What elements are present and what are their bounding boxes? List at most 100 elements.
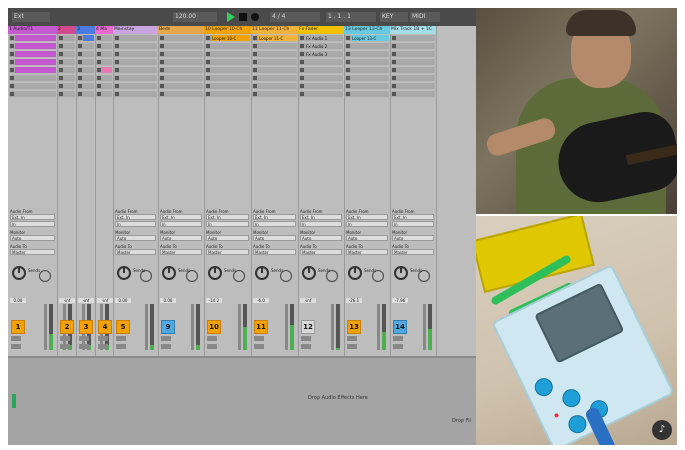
time-signature[interactable]: 4 / 4 xyxy=(270,12,320,22)
clip-stop-icon[interactable] xyxy=(115,92,119,96)
clip-slot[interactable]: Fx Audio 1 xyxy=(299,35,343,42)
clip-stop-icon[interactable] xyxy=(253,44,257,48)
io-dropdown[interactable]: Master xyxy=(160,249,202,255)
clip-stop-icon[interactable] xyxy=(115,36,119,40)
clip-stop-icon[interactable] xyxy=(300,52,304,56)
clip-slot[interactable] xyxy=(58,35,75,42)
clip-stop-icon[interactable] xyxy=(300,76,304,80)
clip-slot[interactable] xyxy=(77,35,94,42)
track-activator-button[interactable]: 11 xyxy=(254,320,268,334)
clip-slot[interactable] xyxy=(345,43,389,50)
clip-slot[interactable] xyxy=(159,43,203,50)
io-dropdown[interactable]: Master xyxy=(115,249,156,255)
io-dropdown[interactable]: Ext. In xyxy=(346,214,388,220)
pan-knob[interactable] xyxy=(394,266,408,280)
track-title[interactable]: 3 xyxy=(76,26,95,34)
clip-slot[interactable] xyxy=(77,59,94,66)
clip-slot[interactable] xyxy=(58,43,75,50)
volume-readout[interactable]: -6.0 xyxy=(253,298,269,303)
clip-stop-icon[interactable] xyxy=(97,84,101,88)
clip-slot[interactable] xyxy=(205,91,250,98)
clip-slot[interactable] xyxy=(205,75,250,82)
clip-slot[interactable] xyxy=(58,67,75,74)
io-dropdown[interactable]: Master xyxy=(392,249,434,255)
clip-slot[interactable] xyxy=(9,83,56,90)
solo-button[interactable] xyxy=(60,336,70,341)
volume-fader[interactable] xyxy=(44,304,47,350)
clip-stop-icon[interactable] xyxy=(206,44,210,48)
io-dropdown[interactable]: In xyxy=(300,221,342,227)
clip-slot[interactable] xyxy=(252,51,297,58)
clip-stop-icon[interactable] xyxy=(206,36,210,40)
solo-button[interactable] xyxy=(116,336,126,341)
clip-stop-icon[interactable] xyxy=(206,52,210,56)
clip-stop-icon[interactable] xyxy=(160,52,164,56)
clip-slot[interactable] xyxy=(345,59,389,66)
clip-slot[interactable] xyxy=(205,59,250,66)
solo-button[interactable] xyxy=(301,336,311,341)
io-dropdown[interactable]: Auto xyxy=(10,235,55,241)
clip-slot[interactable] xyxy=(9,35,56,42)
clip-stop-icon[interactable] xyxy=(97,36,101,40)
clip-slot[interactable] xyxy=(9,67,56,74)
clip-stop-icon[interactable] xyxy=(10,44,14,48)
clip-slot[interactable] xyxy=(391,75,435,82)
clip-stop-icon[interactable] xyxy=(115,84,119,88)
clip-stop-icon[interactable] xyxy=(206,68,210,72)
volume-readout[interactable]: 0.00 xyxy=(160,298,176,303)
clip-stop-icon[interactable] xyxy=(300,44,304,48)
clip-stop-icon[interactable] xyxy=(392,68,396,72)
clip-stop-icon[interactable] xyxy=(346,60,350,64)
pan-knob[interactable] xyxy=(12,266,26,280)
clip-slot[interactable] xyxy=(159,83,203,90)
clip-slot[interactable] xyxy=(205,43,250,50)
mute-icon[interactable]: ♪ xyxy=(652,420,672,440)
track-activator-button[interactable]: 10 xyxy=(207,320,221,334)
volume-readout[interactable]: 0.00 xyxy=(115,298,131,303)
io-dropdown[interactable]: Master xyxy=(346,249,388,255)
tempo-field[interactable]: 120.00 xyxy=(173,12,217,22)
io-dropdown[interactable]: In xyxy=(206,221,249,227)
clip-stop-icon[interactable] xyxy=(253,76,257,80)
clip-slot[interactable] xyxy=(391,83,435,90)
track-title[interactable]: Fx Fader xyxy=(298,26,344,34)
clip-slot[interactable] xyxy=(391,91,435,98)
clip-slot[interactable] xyxy=(345,83,389,90)
track-activator-button[interactable]: 9 xyxy=(161,320,175,334)
volume-fader[interactable] xyxy=(331,304,334,350)
volume-readout[interactable]: -inf xyxy=(300,298,316,303)
clip-slot[interactable]: Looper 13-C xyxy=(345,35,389,42)
track-activator-button[interactable]: 1 xyxy=(11,320,25,334)
arm-button[interactable] xyxy=(98,344,108,349)
clip-stop-icon[interactable] xyxy=(346,52,350,56)
clip-stop-icon[interactable] xyxy=(392,60,396,64)
track-title[interactable]: 11 Looper 11-Ch xyxy=(251,26,298,34)
solo-button[interactable] xyxy=(98,336,108,341)
arrangement-position[interactable]: 1 . 1 . 1 xyxy=(326,12,376,22)
clip-stop-icon[interactable] xyxy=(160,60,164,64)
clip-stop-icon[interactable] xyxy=(253,60,257,64)
clip-slot[interactable] xyxy=(58,59,75,66)
clip-slot[interactable] xyxy=(299,75,343,82)
clip-stop-icon[interactable] xyxy=(115,44,119,48)
clip-slot[interactable] xyxy=(159,75,203,82)
clip-stop-icon[interactable] xyxy=(78,44,82,48)
clip-slot[interactable] xyxy=(77,51,94,58)
clip-stop-icon[interactable] xyxy=(115,60,119,64)
clip-slot[interactable] xyxy=(58,91,75,98)
clip-slot[interactable] xyxy=(77,75,94,82)
clip-stop-icon[interactable] xyxy=(10,60,14,64)
clip-stop-icon[interactable] xyxy=(160,76,164,80)
clip-stop-icon[interactable] xyxy=(97,52,101,56)
arm-button[interactable] xyxy=(301,344,311,349)
clip-stop-icon[interactable] xyxy=(115,68,119,72)
io-dropdown[interactable]: Auto xyxy=(115,235,156,241)
io-dropdown[interactable]: Auto xyxy=(253,235,296,241)
solo-button[interactable] xyxy=(207,336,217,341)
clip-slot[interactable] xyxy=(114,91,157,98)
clip-stop-icon[interactable] xyxy=(392,36,396,40)
clip-slot[interactable] xyxy=(252,67,297,74)
clip-slot[interactable] xyxy=(159,59,203,66)
volume-fader[interactable] xyxy=(377,304,380,350)
clip-stop-icon[interactable] xyxy=(300,68,304,72)
